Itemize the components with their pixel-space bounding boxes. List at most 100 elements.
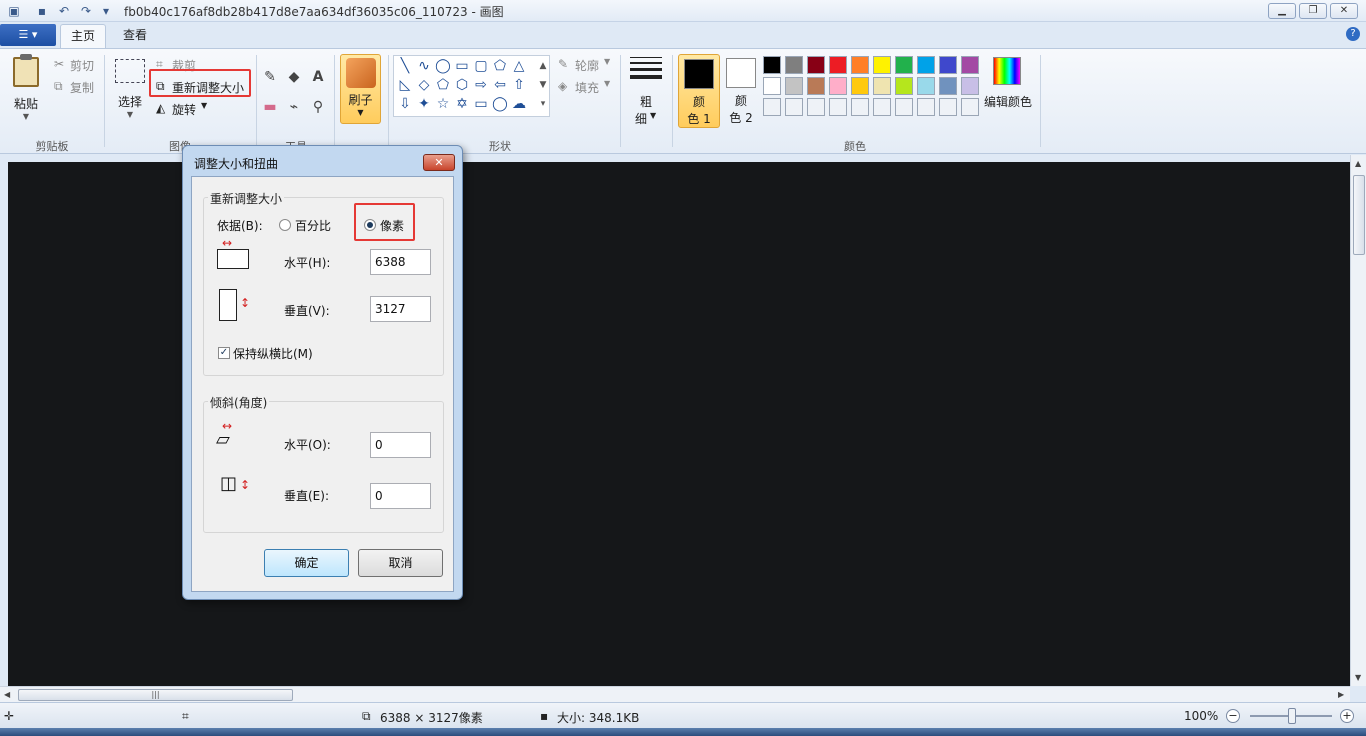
brushes-button[interactable]: 刷子 ▼ xyxy=(340,54,381,124)
color1-button[interactable]: 颜 色 1 xyxy=(678,54,720,128)
text-icon[interactable]: A xyxy=(308,67,328,87)
fill-button[interactable]: 填充 xyxy=(575,79,599,96)
percent-radio[interactable] xyxy=(279,219,291,231)
custom-color-slot[interactable] xyxy=(785,98,803,116)
ok-button[interactable]: 确定 xyxy=(264,549,349,577)
custom-color-slot[interactable] xyxy=(829,98,847,116)
zoom-out-button[interactable]: − xyxy=(1226,709,1240,723)
dialog-close-button[interactable]: ✕ xyxy=(423,154,455,171)
keep-ratio-checkbox[interactable]: ✓ xyxy=(218,347,230,359)
save-icon[interactable]: ▪ xyxy=(34,3,50,19)
color2-button[interactable]: 颜 色 2 xyxy=(720,54,762,128)
line-shape-icon[interactable]: ╲ xyxy=(396,57,414,75)
rounded-rectangle-shape-icon[interactable]: ▢ xyxy=(472,57,490,75)
hexagon-shape-icon[interactable]: ⬡ xyxy=(453,76,471,94)
right-triangle-shape-icon[interactable]: ◺ xyxy=(396,76,414,94)
color-swatch[interactable] xyxy=(829,56,847,74)
six-point-star-shape-icon[interactable]: ✡ xyxy=(453,95,471,113)
diamond-shape-icon[interactable]: ◇ xyxy=(415,76,433,94)
scroll-up-arrow-icon[interactable]: ▲ xyxy=(1355,159,1361,168)
custom-color-slot[interactable] xyxy=(939,98,957,116)
outline-button[interactable]: 轮廓 xyxy=(575,57,599,74)
pentagon-shape-icon[interactable]: ⬠ xyxy=(434,76,452,94)
rectangle-shape-icon[interactable]: ▭ xyxy=(453,57,471,75)
color-swatch[interactable] xyxy=(939,77,957,95)
rainbow-palette-icon[interactable] xyxy=(993,57,1021,85)
color-swatch[interactable] xyxy=(873,56,891,74)
tab-view[interactable]: 查看 xyxy=(114,24,156,48)
color-swatch[interactable] xyxy=(895,77,913,95)
pixels-radio[interactable] xyxy=(364,219,376,231)
undo-icon[interactable]: ↶ xyxy=(56,3,72,19)
custom-color-slot[interactable] xyxy=(917,98,935,116)
color-swatch[interactable] xyxy=(961,77,979,95)
paint-app-icon[interactable]: ▣ xyxy=(6,3,22,19)
right-arrow-shape-icon[interactable]: ⇨ xyxy=(472,76,490,94)
horizontal-size-input[interactable] xyxy=(370,249,431,275)
curve-shape-icon[interactable]: ∿ xyxy=(415,57,433,75)
cloud-callout-shape-icon[interactable]: ☁ xyxy=(510,95,528,113)
edit-colors-button[interactable]: 编辑颜色 xyxy=(984,93,1032,110)
color-swatch[interactable] xyxy=(851,56,869,74)
zoom-in-button[interactable]: + xyxy=(1340,709,1354,723)
color-swatch[interactable] xyxy=(895,56,913,74)
color-swatch[interactable] xyxy=(939,56,957,74)
pixels-option-label[interactable]: 像素 xyxy=(380,217,404,234)
keep-ratio-label[interactable]: 保持纵横比(M) xyxy=(233,345,313,362)
color-swatch[interactable] xyxy=(873,77,891,95)
select-button[interactable]: 选择 ▼ xyxy=(112,59,148,119)
left-arrow-shape-icon[interactable]: ⇦ xyxy=(491,76,509,94)
skew-horizontal-input[interactable] xyxy=(370,432,431,458)
tab-home[interactable]: 主页 xyxy=(60,24,106,48)
five-point-star-shape-icon[interactable]: ☆ xyxy=(434,95,452,113)
custom-color-slot[interactable] xyxy=(961,98,979,116)
color-swatch[interactable] xyxy=(829,77,847,95)
magnifier-icon[interactable]: ⚲ xyxy=(308,97,328,117)
help-icon[interactable]: ? xyxy=(1346,27,1360,41)
cancel-button[interactable]: 取消 xyxy=(358,549,443,577)
paste-button[interactable]: 粘贴 ▼ xyxy=(8,54,44,121)
color-picker-icon[interactable]: ⌁ xyxy=(284,97,304,117)
size-label-bottom[interactable]: 细 xyxy=(635,110,647,127)
scroll-down-icon[interactable]: ▼ xyxy=(534,76,552,94)
color-swatch[interactable] xyxy=(961,56,979,74)
scroll-right-arrow-icon[interactable]: ▶ xyxy=(1338,690,1344,699)
color-swatch[interactable] xyxy=(917,56,935,74)
app-menu-button[interactable]: ☰ ▾ xyxy=(0,24,56,46)
color-swatch[interactable] xyxy=(917,77,935,95)
minimize-button[interactable]: ▁ xyxy=(1268,3,1296,19)
oval-callout-shape-icon[interactable]: ◯ xyxy=(491,95,509,113)
customize-toolbar-icon[interactable]: ▾ xyxy=(98,3,114,19)
scroll-up-icon[interactable]: ▲ xyxy=(534,57,552,75)
triangle-shape-icon[interactable]: △ xyxy=(510,57,528,75)
custom-color-slot[interactable] xyxy=(851,98,869,116)
color-swatch[interactable] xyxy=(807,77,825,95)
pencil-icon[interactable]: ✎ xyxy=(260,67,280,87)
color-swatch[interactable] xyxy=(763,77,781,95)
horizontal-scroll-thumb[interactable]: ||| xyxy=(18,689,293,701)
color-swatch[interactable] xyxy=(807,56,825,74)
eraser-icon[interactable]: ▬ xyxy=(260,97,280,117)
polygon-shape-icon[interactable]: ⬠ xyxy=(491,57,509,75)
custom-color-slot[interactable] xyxy=(873,98,891,116)
color-swatch[interactable] xyxy=(851,77,869,95)
oval-shape-icon[interactable]: ◯ xyxy=(434,57,452,75)
vertical-scroll-thumb[interactable] xyxy=(1353,175,1365,255)
skew-vertical-input[interactable] xyxy=(370,483,431,509)
scroll-left-arrow-icon[interactable]: ◀ xyxy=(4,690,10,699)
size-icon[interactable] xyxy=(630,57,662,83)
color-swatch[interactable] xyxy=(785,56,803,74)
redo-icon[interactable]: ↷ xyxy=(78,3,94,19)
rotate-button[interactable]: 旋转 xyxy=(172,101,196,118)
custom-color-slot[interactable] xyxy=(807,98,825,116)
resize-button[interactable]: 重新调整大小 xyxy=(172,79,244,96)
custom-color-slot[interactable] xyxy=(895,98,913,116)
fill-bucket-icon[interactable]: ◆ xyxy=(284,67,304,87)
custom-color-slot[interactable] xyxy=(763,98,781,116)
vertical-size-input[interactable] xyxy=(370,296,431,322)
zoom-slider-thumb[interactable] xyxy=(1288,708,1296,724)
up-arrow-shape-icon[interactable]: ⇧ xyxy=(510,76,528,94)
close-window-button[interactable]: ✕ xyxy=(1330,3,1358,19)
cut-button[interactable]: 剪切 xyxy=(70,57,94,74)
maximize-button[interactable]: ❐ xyxy=(1299,3,1327,19)
